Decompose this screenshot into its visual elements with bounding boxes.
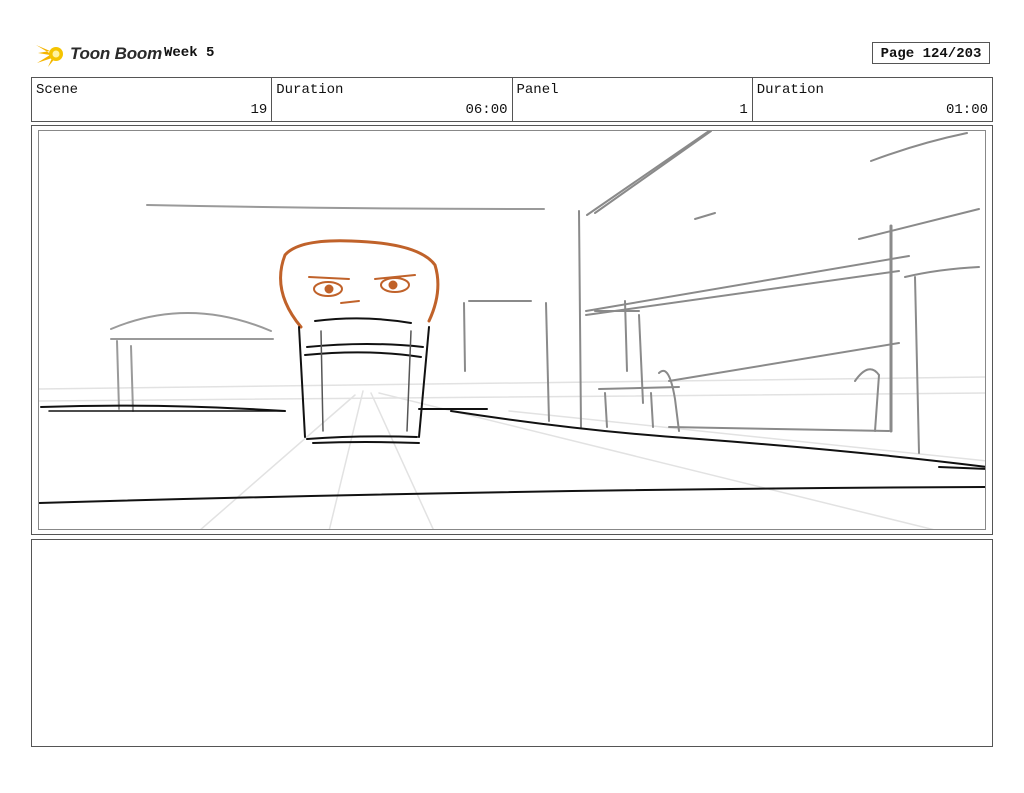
left-structure — [110, 312, 274, 412]
storyboard-panel — [31, 125, 993, 535]
ceiling-line — [146, 204, 545, 210]
scene-duration-value: 06:00 — [465, 102, 508, 118]
character-body — [298, 317, 430, 444]
panel-cell: Panel 1 — [513, 78, 753, 121]
panel-label: Panel — [516, 82, 559, 98]
page-indicator: Page 124/203 — [872, 42, 990, 64]
panel-drawing-area — [38, 130, 986, 530]
panel-duration-cell: Duration 01:00 — [753, 78, 992, 121]
panel-duration-label: Duration — [756, 82, 824, 98]
star-burst-icon — [36, 45, 63, 67]
scene-value: 19 — [250, 102, 268, 118]
panel-notes-area[interactable] — [31, 539, 993, 747]
ground-lines — [39, 404, 985, 504]
toon-boom-logo: Toon Boom — [34, 38, 162, 70]
sketch-drawing — [39, 131, 985, 529]
panel-duration-value: 01:00 — [945, 102, 988, 118]
scene-duration-cell: Duration 06:00 — [272, 78, 513, 121]
scene-label: Scene — [36, 82, 79, 98]
scene-duration-label: Duration — [276, 82, 344, 98]
scene-cell: Scene 19 — [32, 78, 273, 121]
logo-wordmark: Toon Boom — [70, 44, 162, 63]
document-title: Week 5 — [164, 45, 215, 61]
perspective-guides — [39, 376, 985, 529]
panel-info-row: Scene 19 Duration 06:00 Panel 1 Duration… — [31, 77, 993, 122]
right-buildings — [463, 131, 980, 454]
character-sketch — [279, 239, 440, 329]
panel-value: 1 — [739, 102, 748, 118]
